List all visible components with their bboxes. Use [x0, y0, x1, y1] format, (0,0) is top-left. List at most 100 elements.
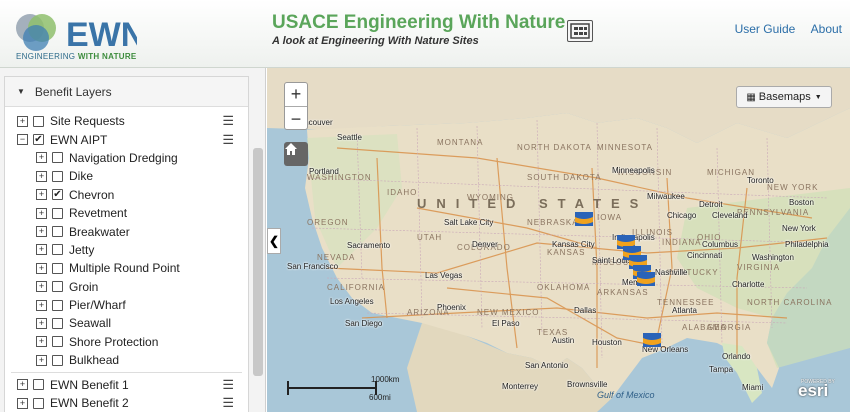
layer-row-ewn-benefit-2[interactable]: + EWN Benefit 2 ☰	[5, 394, 248, 412]
sublayer-checkbox[interactable]	[52, 170, 63, 182]
scale-km: 1000km	[371, 375, 400, 384]
city-label: Washington	[752, 253, 794, 262]
scale-bar: 1000km 600mi	[287, 373, 399, 403]
site-marker[interactable]	[643, 333, 661, 347]
benefit-layers-panel: ▼ Benefit Layers + Site Requests ☰ − ✔ E…	[4, 76, 249, 412]
expand-icon[interactable]: +	[17, 397, 28, 409]
expand-icon[interactable]: +	[17, 379, 28, 391]
basemaps-label: Basemaps	[758, 91, 811, 103]
app-title: USACE Engineering With Nature	[272, 12, 566, 33]
city-label: Minneapolis	[612, 166, 655, 175]
user-guide-link[interactable]: User Guide	[735, 22, 796, 36]
layer-row-ewn-aipt[interactable]: − ✔ EWN AIPT ☰	[5, 130, 248, 148]
state-label: ARKANSAS	[597, 288, 649, 297]
layer-checkbox[interactable]: ✔	[33, 134, 44, 146]
city-label: Toronto	[747, 176, 774, 185]
state-label: KANSAS	[547, 248, 586, 257]
layer-label: EWN Benefit 2	[50, 396, 129, 411]
layer-menu-icon[interactable]: ☰	[222, 395, 234, 411]
home-button[interactable]	[284, 142, 308, 166]
sublayer-checkbox[interactable]: ✔	[52, 189, 63, 201]
sublayer-row[interactable]: + Multiple Round Point	[5, 259, 248, 277]
sublayer-checkbox[interactable]	[52, 226, 63, 238]
expand-icon[interactable]: +	[36, 299, 47, 311]
site-marker[interactable]	[637, 272, 655, 286]
sublayer-row[interactable]: + Shore Protection	[5, 333, 248, 351]
city-label: Los Angeles	[330, 297, 374, 306]
sublayer-checkbox[interactable]	[52, 262, 63, 274]
basemaps-button[interactable]: ▦ Basemaps ▼	[736, 86, 832, 108]
layer-checkbox[interactable]	[33, 397, 44, 409]
city-label: San Diego	[345, 319, 383, 328]
sublayer-row[interactable]: + Revetment	[5, 204, 248, 222]
sublayer-row[interactable]: + ✔ Chevron	[5, 186, 248, 204]
expand-icon[interactable]: +	[36, 354, 47, 366]
expand-icon[interactable]: +	[36, 189, 47, 201]
city-label: New York	[782, 224, 816, 233]
site-marker[interactable]	[575, 212, 593, 226]
sublayer-checkbox[interactable]	[52, 299, 63, 311]
sublayer-row[interactable]: + Navigation Dredging	[5, 149, 248, 167]
collapse-icon[interactable]: −	[17, 134, 28, 146]
gallery-icon[interactable]	[567, 20, 593, 42]
sublayer-checkbox[interactable]	[52, 244, 63, 256]
layer-menu-icon[interactable]: ☰	[222, 377, 234, 393]
expand-icon[interactable]: +	[36, 152, 47, 164]
scale-mi: 600mi	[369, 393, 391, 402]
expand-icon[interactable]: +	[36, 317, 47, 329]
city-label: Seattle	[337, 133, 362, 142]
sublayer-row[interactable]: + Bulkhead	[5, 351, 248, 369]
sublayer-label: Breakwater	[69, 224, 130, 239]
city-label: Dallas	[574, 306, 597, 315]
expand-icon[interactable]: +	[36, 170, 47, 182]
layer-row-site-requests[interactable]: + Site Requests ☰	[5, 112, 248, 130]
layer-label: EWN Benefit 1	[50, 377, 129, 392]
map-view[interactable]: WASHINGTON MONTANA NORTH DAKOTA SOUTH DAKOT…	[267, 68, 850, 412]
app-subtitle: A look at Engineering With Nature Sites	[272, 35, 479, 47]
sublayer-row[interactable]: + Jetty	[5, 241, 248, 259]
sublayer-checkbox[interactable]	[52, 281, 63, 293]
sublayer-row[interactable]: + Seawall	[5, 314, 248, 332]
expand-icon[interactable]: +	[36, 336, 47, 348]
title-block: USACE Engineering With Nature A look at …	[272, 12, 565, 47]
state-label: NEW YORK	[767, 183, 819, 192]
expand-icon[interactable]: +	[36, 207, 47, 219]
esri-logo[interactable]: esri	[798, 381, 828, 401]
expand-icon[interactable]: +	[17, 115, 28, 127]
state-label: CALIFORNIA	[327, 283, 386, 292]
zoom-control: + −	[284, 82, 308, 130]
expand-icon[interactable]: +	[36, 281, 47, 293]
about-link[interactable]: About	[811, 22, 842, 36]
header-links: User Guide About	[723, 22, 842, 36]
state-label: SOUTH DAKOTA	[527, 173, 602, 182]
zoom-in-button[interactable]: +	[285, 83, 307, 107]
benefit-layers-header[interactable]: ▼ Benefit Layers	[5, 77, 248, 107]
sublayer-row[interactable]: + Dike	[5, 167, 248, 185]
city-label: Columbus	[702, 240, 739, 249]
expand-icon[interactable]: +	[36, 244, 47, 256]
sublayer-checkbox[interactable]	[52, 354, 63, 366]
sublayer-row[interactable]: + Pier/Wharf	[5, 296, 248, 314]
expand-icon[interactable]: +	[36, 226, 47, 238]
country-label: UNITED STATES	[417, 196, 649, 211]
layer-menu-icon[interactable]: ☰	[222, 113, 234, 129]
layer-row-ewn-benefit-1[interactable]: + EWN Benefit 1 ☰	[5, 375, 248, 393]
sublayer-row[interactable]: + Groin	[5, 278, 248, 296]
collapse-sidebar-button[interactable]: ❮	[267, 228, 281, 254]
sidebar-scrollbar[interactable]	[253, 148, 263, 376]
state-label: ALABAMA	[682, 323, 727, 332]
layer-checkbox[interactable]	[33, 115, 44, 127]
city-label: Sacramento	[347, 241, 391, 250]
zoom-out-button[interactable]: −	[285, 107, 307, 131]
state-label: IOWA	[597, 213, 623, 222]
layer-checkbox[interactable]	[33, 379, 44, 391]
sublayer-checkbox[interactable]	[52, 336, 63, 348]
layer-menu-icon[interactable]: ☰	[222, 132, 234, 148]
expand-icon[interactable]: +	[36, 262, 47, 274]
sublayer-checkbox[interactable]	[52, 317, 63, 329]
sublayer-row[interactable]: + Breakwater	[5, 222, 248, 240]
water-label-gulf: Gulf of Mexico	[597, 390, 655, 400]
city-label: San Antonio	[525, 361, 569, 370]
sublayer-checkbox[interactable]	[52, 207, 63, 219]
sublayer-checkbox[interactable]	[52, 152, 63, 164]
